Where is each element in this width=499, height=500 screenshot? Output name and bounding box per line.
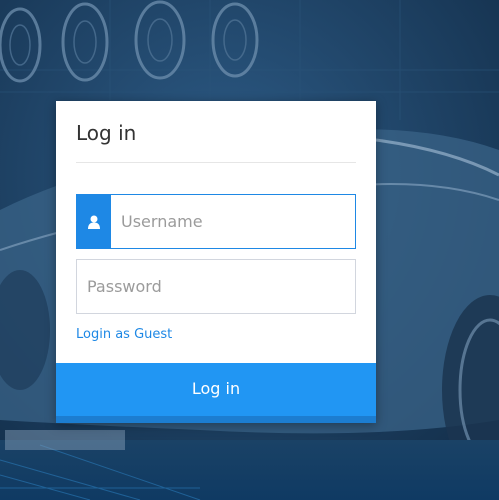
user-icon — [77, 195, 111, 248]
username-input[interactable] — [111, 195, 355, 248]
login-button[interactable]: Log in — [56, 363, 376, 423]
username-field — [76, 194, 356, 249]
login-title: Log in — [76, 121, 137, 145]
title-divider — [76, 162, 356, 163]
login-as-guest-link[interactable]: Login as Guest — [76, 327, 172, 343]
password-field — [76, 259, 356, 314]
password-input[interactable] — [77, 260, 355, 313]
login-card: Log in Login as Guest Log in — [56, 101, 376, 423]
